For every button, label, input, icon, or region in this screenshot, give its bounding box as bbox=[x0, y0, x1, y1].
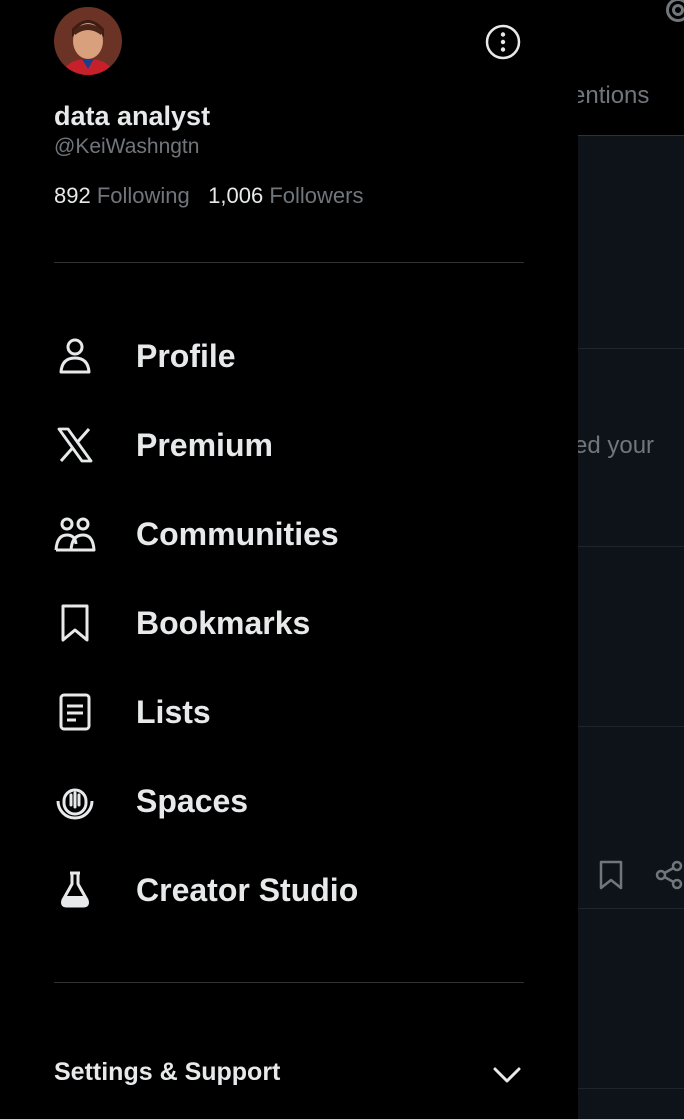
avatar-image bbox=[54, 7, 122, 75]
menu-item-label: Bookmarks bbox=[136, 604, 311, 641]
chevron-down-icon[interactable] bbox=[492, 1062, 522, 1088]
menu-item-spaces[interactable]: Spaces bbox=[54, 771, 248, 831]
divider bbox=[578, 1088, 684, 1089]
person-icon bbox=[54, 335, 96, 377]
flask-icon bbox=[54, 869, 96, 911]
more-options-icon[interactable] bbox=[485, 24, 521, 60]
menu-item-label: Lists bbox=[136, 693, 211, 730]
menu-item-label: Creator Studio bbox=[136, 871, 359, 908]
menu-item-creator-studio[interactable]: Creator Studio bbox=[54, 860, 358, 920]
menu-item-communities[interactable]: Communities bbox=[54, 504, 339, 564]
divider bbox=[578, 908, 684, 909]
divider bbox=[54, 982, 524, 983]
divider bbox=[578, 546, 684, 547]
communities-icon bbox=[54, 513, 96, 555]
menu-item-profile[interactable]: Profile bbox=[54, 326, 236, 386]
menu-item-label: Profile bbox=[136, 337, 236, 374]
menu-item-label: Premium bbox=[136, 426, 273, 463]
follow-stats: 892 Following 1,006 Followers bbox=[54, 183, 363, 209]
gear-icon[interactable] bbox=[660, 0, 684, 28]
followers-link[interactable]: 1,006 Followers bbox=[208, 183, 363, 208]
bookmark-icon bbox=[54, 602, 96, 644]
following-label: Following bbox=[96, 183, 190, 208]
share-icon[interactable] bbox=[654, 860, 684, 890]
avatar[interactable] bbox=[54, 7, 122, 75]
divider bbox=[54, 262, 524, 263]
spaces-icon bbox=[54, 780, 96, 822]
followers-count: 1,006 bbox=[208, 183, 264, 208]
following-count: 892 bbox=[54, 183, 91, 208]
mentions-tab[interactable]: entions bbox=[578, 82, 649, 110]
menu-item-label: Communities bbox=[136, 515, 339, 552]
bookmark-icon[interactable] bbox=[598, 860, 624, 890]
notification-snippet: ed your bbox=[578, 432, 655, 459]
user-handle[interactable]: @KeiWashngtn bbox=[54, 135, 199, 159]
menu-item-label: Spaces bbox=[136, 782, 249, 819]
settings-support-toggle[interactable]: Settings & Support bbox=[54, 1058, 280, 1087]
x-logo-icon bbox=[54, 424, 96, 466]
menu-item-lists[interactable]: Lists bbox=[54, 682, 211, 742]
following-link[interactable]: 892 Following bbox=[54, 183, 190, 208]
divider bbox=[578, 348, 684, 349]
followers-label: Followers bbox=[269, 183, 364, 208]
display-name[interactable]: data analyst bbox=[54, 101, 210, 132]
list-icon bbox=[54, 691, 96, 733]
background-timeline: entions ed your bbox=[578, 0, 684, 1119]
menu-item-premium[interactable]: Premium bbox=[54, 415, 273, 475]
navigation-drawer: data analyst @KeiWashngtn 892 Following … bbox=[0, 0, 578, 1119]
divider bbox=[578, 726, 684, 727]
menu-item-bookmarks[interactable]: Bookmarks bbox=[54, 593, 310, 653]
background-header: entions bbox=[578, 0, 684, 136]
